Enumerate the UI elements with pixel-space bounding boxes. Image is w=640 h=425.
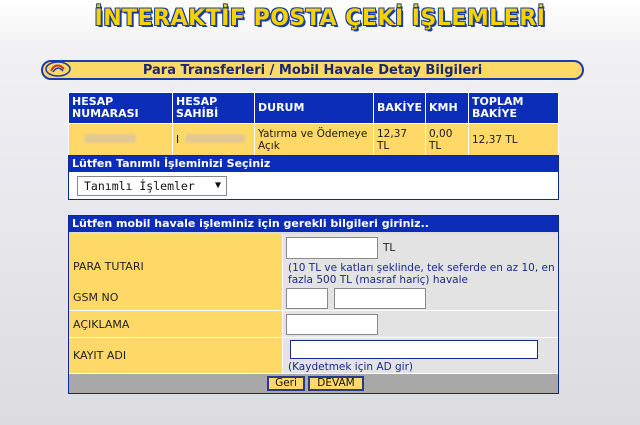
account-table: HESAP NUMARASI HESAP SAHİBİ DURUM BAKİYE… — [68, 92, 559, 157]
col-status: DURUM — [254, 92, 374, 124]
continue-button[interactable]: DEVAM — [308, 376, 364, 391]
select-value: Tanımlı İşlemler — [84, 179, 195, 193]
table-row: I Yatırma ve Ödemeye Açık 12,37 TL 0,00 … — [68, 123, 559, 157]
record-name-cell: (Kaydetmek için AD gir) — [282, 338, 558, 374]
amount-input[interactable] — [286, 237, 378, 259]
record-name-label: KAYIT ADI — [69, 338, 282, 374]
gsm-number-input[interactable] — [334, 288, 426, 309]
gsm-prefix-input[interactable] — [286, 288, 328, 309]
form-heading: Lütfen mobil havale işleminiz için gerek… — [69, 216, 558, 232]
record-name-note: (Kaydetmek için AD gir) — [288, 361, 413, 373]
col-balance: BAKİYE — [373, 92, 426, 124]
description-row: AÇIKLAMA — [69, 311, 558, 338]
account-status: Yatırma ve Ödemeye Açık — [254, 123, 374, 157]
ptt-logo-icon — [45, 61, 71, 77]
description-input[interactable] — [286, 314, 378, 335]
back-button[interactable]: Geri — [267, 376, 305, 391]
chevron-down-icon: ▼ — [214, 180, 221, 191]
account-total: 12,37 TL — [468, 123, 559, 157]
col-total-balance: TOPLAM BAKİYE — [468, 92, 559, 124]
page-title: İNTERAKTİF POSTA ÇEKİ İŞLEMLERİ — [94, 6, 546, 31]
amount-unit: TL — [383, 242, 396, 254]
col-kmh: KMH — [425, 92, 469, 124]
record-name-input[interactable] — [290, 340, 538, 359]
section-title: Para Transferleri / Mobil Havale Detay B… — [142, 63, 483, 78]
account-table-header: HESAP NUMARASI HESAP SAHİBİ DURUM BAKİYE… — [68, 92, 559, 124]
section-title-bar: Para Transferleri / Mobil Havale Detay B… — [41, 60, 584, 80]
gsm-label: GSM NO — [69, 285, 282, 311]
account-kmh: 0,00 TL — [425, 123, 469, 157]
defined-operations-select[interactable]: Tanımlı İşlemler ▼ — [77, 176, 227, 196]
account-holder-redacted: I — [172, 123, 255, 157]
col-account-number: HESAP NUMARASI — [68, 92, 173, 124]
form-buttons: Geri DEVAM — [69, 374, 558, 393]
page-header: İNTERAKTİF POSTA ÇEKİ İŞLEMLERİ — [0, 0, 640, 40]
account-number-redacted — [68, 123, 173, 157]
record-name-row: KAYIT ADI (Kaydetmek için AD gir) — [69, 338, 558, 374]
description-label: AÇIKLAMA — [69, 311, 282, 338]
description-cell — [282, 311, 558, 338]
gsm-row: GSM NO — [69, 285, 558, 311]
gsm-cell — [282, 285, 558, 311]
defined-operations-panel: Lütfen Tanımlı İşleminizi Seçiniz Tanıml… — [68, 155, 559, 200]
account-balance: 12,37 TL — [373, 123, 426, 157]
defined-operations-heading: Lütfen Tanımlı İşleminizi Seçiniz — [69, 156, 558, 172]
col-account-holder: HESAP SAHİBİ — [172, 92, 255, 124]
mobile-transfer-form: Lütfen mobil havale işleminiz için gerek… — [68, 215, 559, 394]
